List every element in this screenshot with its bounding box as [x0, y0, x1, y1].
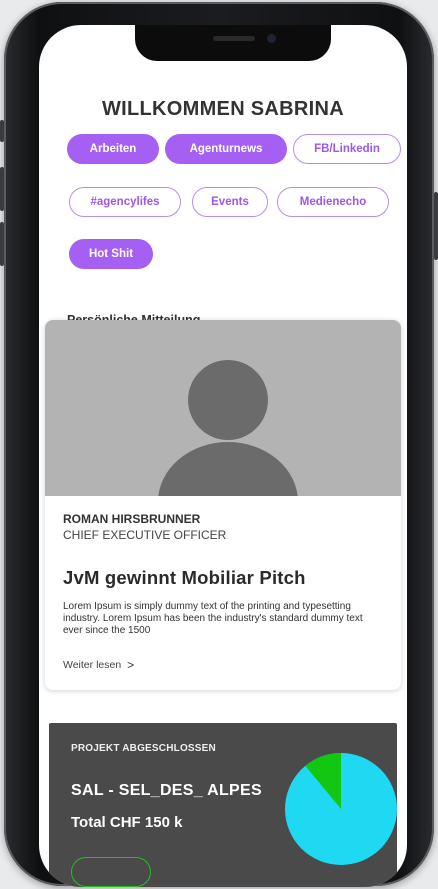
read-more-label: Weiter lesen	[63, 659, 122, 671]
filter-arbeiten[interactable]: Arbeiten	[67, 134, 159, 164]
filter-agenturnews[interactable]: Agenturnews	[165, 134, 287, 164]
author-name: ROMAN HIRSBRUNNER	[63, 512, 201, 526]
filter-fb-linkedin[interactable]: FB/Linkedin	[293, 134, 401, 164]
project-status: PROJEKT ABGESCHLOSSEN	[71, 743, 216, 754]
app-screen: WILLKOMMEN SABRINA Arbeiten Agenturnews …	[39, 25, 407, 887]
speaker-icon	[213, 36, 255, 41]
read-more-link[interactable]: Weiter lesen >	[63, 658, 134, 672]
message-headline: JvM gewinnt Mobiliar Pitch	[63, 567, 306, 588]
phone-frame: WILLKOMMEN SABRINA Arbeiten Agenturnews …	[0, 2, 438, 887]
project-total: Total CHF 150 k	[71, 814, 183, 831]
project-pie-chart	[285, 753, 397, 865]
avatar-body	[158, 442, 298, 496]
chevron-right-icon: >	[127, 658, 135, 672]
camera-icon	[267, 34, 276, 43]
notch	[135, 25, 331, 61]
filter-medienecho[interactable]: Medienecho	[277, 187, 389, 217]
silent-switch	[0, 120, 4, 142]
volume-down-button	[0, 222, 4, 266]
avatar-head	[188, 360, 268, 440]
message-body: Lorem Ipsum is simply dummy text of the …	[63, 601, 363, 636]
avatar-placeholder-icon	[45, 320, 401, 496]
page-title: WILLKOMMEN SABRINA	[101, 98, 345, 120]
author-role: CHIEF EXECUTIVE OFFICER	[63, 528, 227, 542]
power-button	[434, 192, 438, 260]
project-card[interactable]: PROJEKT ABGESCHLOSSEN SAL - SEL_DES_ ALP…	[49, 723, 397, 887]
project-name: SAL - SEL_DES_ ALPES	[71, 782, 262, 799]
filter-events[interactable]: Events	[192, 187, 268, 217]
project-button[interactable]	[71, 857, 151, 887]
filter-agencylifes[interactable]: #agencylifes	[69, 187, 181, 217]
filter-hot-shit[interactable]: Hot Shit	[69, 239, 153, 269]
volume-up-button	[0, 167, 4, 211]
message-card[interactable]: ROMAN HIRSBRUNNER CHIEF EXECUTIVE OFFICE…	[45, 320, 401, 690]
